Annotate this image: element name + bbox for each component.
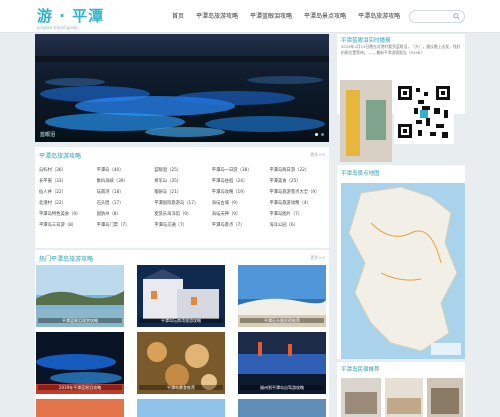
guide-link[interactable]: 石头厝（17） [97, 198, 155, 209]
guide-link[interactable]: 平潭岛交通（7） [154, 220, 212, 231]
guide-link[interactable]: 平潭岛攻略（19） [212, 187, 270, 198]
guide-link[interactable]: 平潭岛住宿（24） [212, 176, 270, 187]
slider-dot[interactable] [321, 133, 324, 136]
guide-link[interactable]: 平潭岛景点（7） [212, 220, 270, 231]
hot-more-link[interactable]: 更多>> [310, 255, 325, 261]
logo-text: 游 · 平潭 [37, 7, 105, 25]
logo-subtitle: pingtan travel guide [37, 25, 78, 30]
thumb-card[interactable]: 平潭岛坛南湾旅游攻略 [137, 265, 225, 327]
guide-link[interactable]: 平潭岛两日游（22） [269, 165, 327, 176]
guide-row: 北港村（22） 石头厝（17） 平潭国际旅游岛（17） 海坛古城（9） 平潭岛旅游攻略（… [39, 198, 327, 209]
nav-item-attractions[interactable]: 平潭岛景点攻略 [298, 10, 352, 24]
slider-caption: 蓝眼泪 [40, 132, 56, 138]
guide-link[interactable]: 平潭美食（25） [269, 176, 327, 187]
site-header: 游 · 平潭 pingtan travel guide 首页 平潭岛旅游攻略 平… [0, 0, 500, 33]
promo-image[interactable] [340, 80, 392, 162]
thumb-image [137, 399, 225, 417]
map-panel-title: 平潭岛景点地图 [341, 171, 380, 177]
thumb-card[interactable]: 平潭石头厝民宿推荐 [238, 265, 326, 327]
hotel-image[interactable] [341, 378, 381, 417]
guide-link[interactable]: 岛屿村（36） [39, 165, 97, 176]
thumb-caption: 平潭石头厝民宿推荐 [240, 318, 324, 323]
guide-more-link[interactable]: 更多>> [310, 152, 325, 158]
hotel-panel: 平潭岛民宿推荐 [337, 362, 465, 417]
thumb-image [36, 399, 124, 417]
slider-dot[interactable] [315, 133, 318, 136]
live-report-text: 2019年4月15日晚在北港村看到蓝眼泪，（大），建议晚上出发，找好拍照位置等待… [341, 44, 461, 55]
guide-link[interactable]: 海坛天神（9） [212, 209, 270, 220]
guide-row: 仙人井（22） 坛南湾（18） 猴研岛（21） 平潭岛攻略（19） 平潭岛旅游景点大全（… [39, 187, 327, 198]
guide-link[interactable]: 仙人井（22） [39, 187, 97, 198]
guide-link[interactable]: 长平嵬（33） [39, 176, 97, 187]
live-report-title: 平潭蓝眼泪实时播报 [341, 38, 391, 44]
nav-item-travel[interactable]: 平潭岛旅游攻略 [352, 10, 406, 24]
hot-panel-title: 热门平潭岛旅游攻略 [39, 256, 94, 263]
nav-item-guide[interactable]: 平潭岛旅游攻略 [190, 10, 244, 24]
nav-item-home[interactable]: 首页 [166, 10, 190, 24]
guide-link[interactable]: 平潭岛一日游（38） [212, 165, 270, 176]
guide-link[interactable]: 平潭岛旅游攻略（4） [269, 198, 327, 209]
hotel-image[interactable] [385, 378, 423, 417]
guide-link[interactable]: 猴研岛（21） [154, 187, 212, 198]
thumb-card[interactable]: 2019年平潭蓝眼泪攻略 [36, 332, 124, 394]
guide-link[interactable]: 平潭岛特色美食（9） [39, 209, 97, 220]
guide-link[interactable]: 麦凯乐海洋馆（9） [154, 209, 212, 220]
thumb-card[interactable]: 福州到平潭岛自驾游攻略 [238, 332, 326, 394]
guide-link[interactable]: 平潭岛旅游景点大全（9） [269, 187, 327, 198]
thumb-caption: 福州到平潭岛自驾游攻略 [240, 385, 324, 390]
site-logo[interactable]: 游 · 平潭 pingtan travel guide [37, 6, 109, 30]
page: 游 · 平潭 pingtan travel guide 首页 平潭岛旅游攻略 平… [0, 0, 500, 417]
promo-image-art [340, 80, 392, 162]
guide-grid: 岛屿村（36） 平潭岛（40） 蓝眼泪（25） 平潭岛一日游（38） 平潭岛两日游（22… [39, 165, 327, 231]
search-input[interactable] [409, 10, 465, 23]
thumb-caption: 2019年平潭蓝眼泪攻略 [38, 385, 122, 390]
guide-row: 平潭岛特色美食（9） 国防州（8） 麦凯乐海洋馆（9） 海坛天神（9） 平潭岛图片（7） [39, 209, 327, 220]
hotel-panel-title: 平潭岛民宿推荐 [341, 367, 380, 373]
qr-code [394, 80, 454, 144]
guide-link[interactable]: 国防州（8） [97, 209, 155, 220]
thumb-card[interactable] [238, 399, 326, 417]
guide-link[interactable]: 平潭岛图片（7） [269, 209, 327, 220]
guide-link[interactable]: 海坛古城（9） [212, 198, 270, 209]
thumb-card[interactable] [36, 399, 124, 417]
island-map-image [341, 183, 465, 359]
guide-panel-title: 平潭岛旅游攻略 [39, 153, 82, 160]
hero-image [35, 34, 329, 142]
hero-slider[interactable]: 蓝眼泪 [35, 34, 329, 142]
search-icon[interactable] [453, 13, 460, 20]
thumb-image [238, 399, 326, 417]
island-map[interactable] [341, 183, 465, 359]
thumb-caption: 平潭岛坛南湾旅游攻略 [139, 318, 223, 323]
guide-row: 长平嵬（33） 象屿海峡（39） 将军山（35） 平潭岛住宿（24） 平潭美食（25） [39, 176, 327, 187]
thumb-caption: 平潭蓝眼泪观赏攻略 [38, 318, 122, 323]
thumb-card[interactable] [137, 399, 225, 417]
guide-link[interactable]: 平潭国际旅游岛（17） [154, 198, 212, 209]
thumb-caption: 平潭岛美食推荐 [139, 385, 223, 390]
guide-link[interactable]: 平潭岛（40） [97, 165, 155, 176]
guide-link[interactable]: 北港村（22） [39, 198, 97, 209]
thumb-card[interactable]: 平潭岛美食推荐 [137, 332, 225, 394]
main-nav: 首页 平潭岛旅游攻略 平潭蓝眼泪攻略 平潭岛景点攻略 平潭岛旅游攻略 [166, 10, 406, 24]
guide-link[interactable]: 象屿海峡（39） [97, 176, 155, 187]
guide-link[interactable]: 平潭岛门票（7） [97, 220, 155, 231]
hotel-image[interactable] [427, 378, 463, 417]
guide-row: 平潭岛三日游（8） 平潭岛门票（7） 平潭岛交通（7） 平潭岛景点（7） 海洋公园（6） [39, 220, 327, 231]
guide-link[interactable]: 坛南湾（18） [97, 187, 155, 198]
qr-code-icon [394, 80, 454, 144]
guide-link[interactable]: 海洋公园（6） [269, 220, 327, 231]
guide-link[interactable]: 将军山（35） [154, 176, 212, 187]
thumb-card[interactable]: 平潭蓝眼泪观赏攻略 [36, 265, 124, 327]
guide-link[interactable]: 蓝眼泪（25） [154, 165, 212, 176]
map-panel: 平潭岛景点地图 [337, 165, 465, 359]
guide-row: 岛屿村（36） 平潭岛（40） 蓝眼泪（25） 平潭岛一日游（38） 平潭岛两日游（22… [39, 165, 327, 176]
guide-link[interactable]: 平潭岛三日游（8） [39, 220, 97, 231]
nav-item-blue-tears[interactable]: 平潭蓝眼泪攻略 [244, 10, 298, 24]
guide-panel: 平潭岛旅游攻略 更多>> 岛屿村（36） 平潭岛（40） 蓝眼泪（25） 平潭岛一日游… [35, 147, 329, 248]
